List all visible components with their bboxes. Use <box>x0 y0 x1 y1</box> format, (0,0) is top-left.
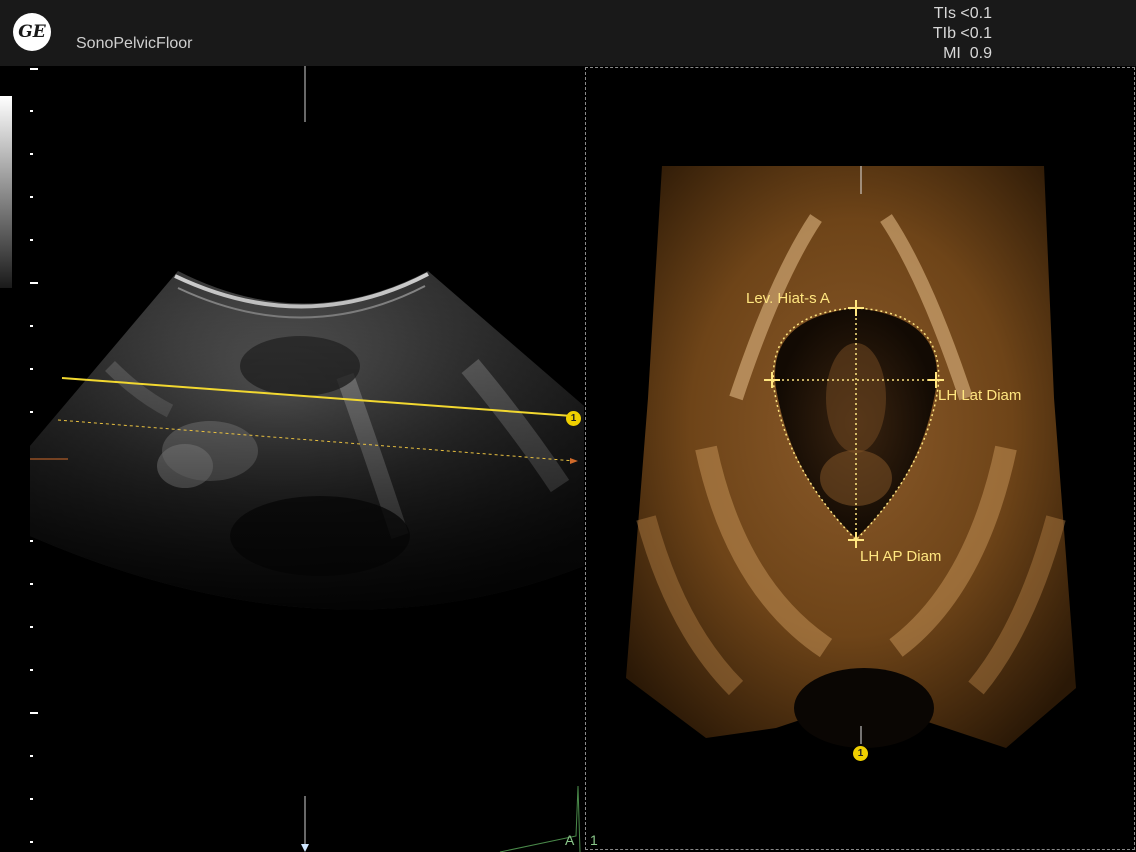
acoustic-output-readout: TIs <0.1 TIb <0.1 MI 0.9 <box>933 4 992 64</box>
hiatus-area-label: Lev. Hiat-s A <box>746 290 830 307</box>
reference-marker-icon[interactable]: 1 <box>853 746 868 761</box>
header-bar: GE SonoPelvicFloor TIs <0.1 TIb <0.1 MI … <box>0 0 1136 66</box>
tis-value: TIs <0.1 <box>933 5 992 22</box>
plane-tag-a: A <box>565 832 575 848</box>
ultrasound-screen: GE SonoPelvicFloor TIs <0.1 TIb <0.1 MI … <box>0 0 1136 852</box>
plane-tag-1: 1 <box>590 832 598 848</box>
logo-text: GE <box>18 22 46 42</box>
ge-logo-icon: GE <box>13 13 51 51</box>
render-image-pane[interactable]: Lev. Hiat-s A LH Lat Diam LH AP Diam 1 1 <box>585 67 1135 850</box>
bmode-image-pane[interactable]: 1 A <box>0 66 584 852</box>
app-name: SonoPelvicFloor <box>76 35 193 52</box>
reference-marker-icon[interactable]: 1 <box>566 411 581 426</box>
tib-value: TIb <0.1 <box>932 25 992 42</box>
ap-diameter-label: LH AP Diam <box>860 548 942 565</box>
mi-value: MI 0.9 <box>943 45 992 62</box>
lat-diameter-label: LH Lat Diam <box>938 387 1022 404</box>
